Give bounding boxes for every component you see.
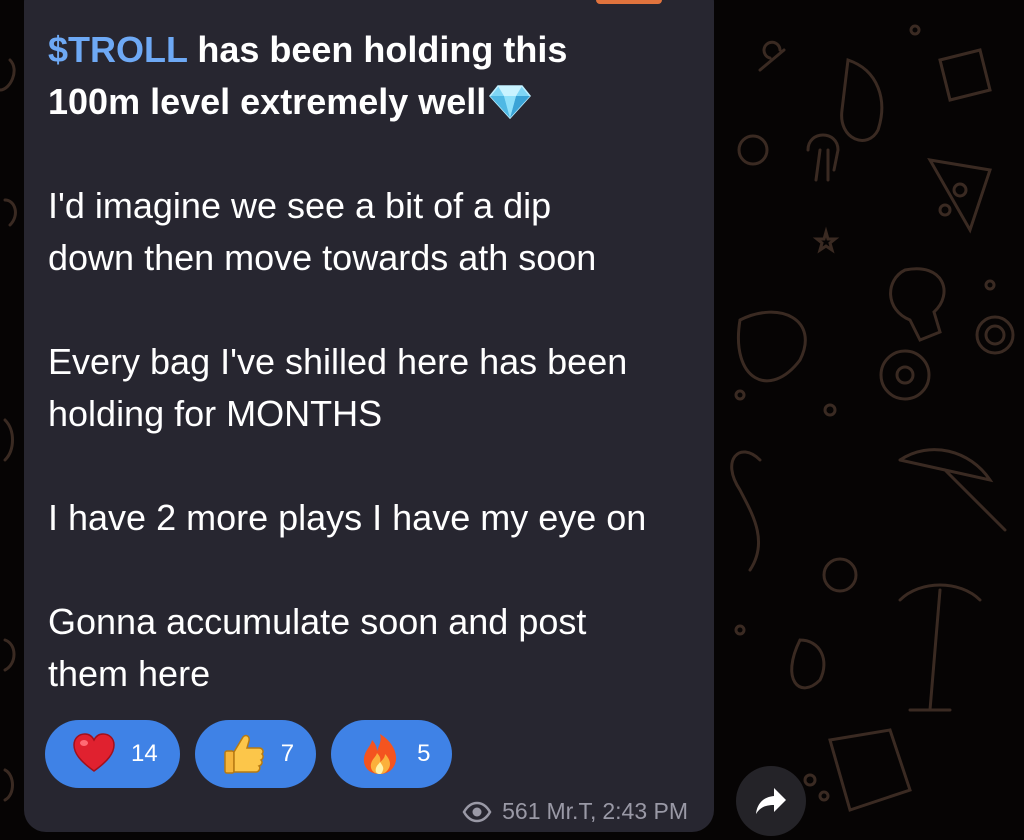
ticker-mention-link[interactable]: $TROLL: [48, 29, 187, 70]
para3-line-1: Every bag I've shilled here has been: [48, 341, 628, 382]
forward-button[interactable]: [736, 766, 806, 836]
para5-line-1: Gonna accumulate soon and post: [48, 601, 587, 642]
message-paragraph-3: Every bag I've shilled here has been hol…: [48, 336, 708, 440]
message-paragraph-2: I'd imagine we see a bit of a dip down t…: [48, 180, 708, 284]
previous-message-accent: [596, 0, 662, 4]
para3-line-2: holding for MONTHS: [48, 393, 383, 434]
reaction-heart-button[interactable]: 14: [45, 720, 180, 788]
message-time: 2:43 PM: [602, 798, 688, 824]
reaction-fire-button[interactable]: 5: [331, 720, 453, 788]
message-paragraph-5: Gonna accumulate soon and post them here: [48, 596, 708, 700]
message-text: $TROLL has been holding this 100m level …: [48, 24, 708, 700]
headline-line-1: has been holding this: [187, 29, 568, 70]
headline-line-2: 100m level extremely well: [48, 81, 487, 122]
forward-arrow-icon: [756, 788, 786, 814]
eye-icon: [462, 801, 492, 822]
para4-line-1: I have 2 more plays I have my eye on: [48, 497, 647, 538]
fire-icon: [357, 731, 403, 777]
gem-icon: [489, 85, 532, 120]
para5-line-2: them here: [48, 653, 211, 694]
thumbs-up-icon: [221, 731, 267, 777]
reaction-thumbs-up-button[interactable]: 7: [194, 720, 317, 788]
reactions-bar: 14 7 5: [45, 720, 453, 788]
para2-line-1: I'd imagine we see a bit of a dip: [48, 185, 552, 226]
reaction-heart-count: 14: [131, 740, 158, 767]
reaction-fire-count: 5: [417, 740, 431, 767]
reaction-thumbs-up-count: 7: [280, 740, 295, 767]
message-paragraph-4: I have 2 more plays I have my eye on: [48, 492, 708, 544]
message-author: Mr.T,: [546, 798, 597, 824]
view-count: 561: [502, 798, 541, 824]
message-headline: $TROLL has been holding this 100m level …: [48, 24, 708, 128]
para2-line-2: down then move towards ath soon: [48, 237, 597, 278]
heart-icon: [71, 731, 117, 777]
message-meta: 561 Mr.T, 2:43 PM: [462, 798, 688, 825]
